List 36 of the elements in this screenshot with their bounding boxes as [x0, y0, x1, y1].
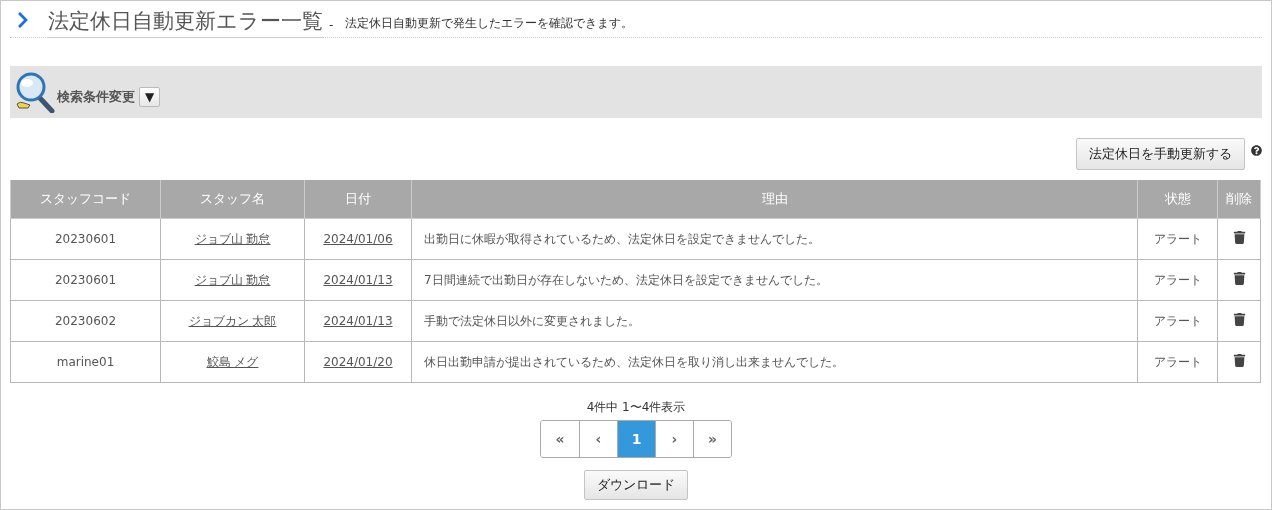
table-cell: 休日出勤申請が提出されているため、法定休日を取り消し出来ませんでした。	[411, 341, 1138, 383]
page-description: 法定休日自動更新で発生したエラーを確認できます。	[345, 15, 634, 32]
column-header: 理由	[411, 180, 1138, 219]
table-cell: アラート	[1137, 259, 1218, 301]
table-cell: 20230602	[10, 300, 161, 342]
table-cell: アラート	[1137, 218, 1218, 260]
table-cell: marine01	[10, 341, 161, 383]
table-cell: アラート	[1137, 341, 1218, 383]
column-header: 状態	[1137, 180, 1218, 219]
toggle-button[interactable]: ▼	[139, 87, 161, 107]
table-cell: 20230601	[10, 218, 161, 260]
page-title: 法定休日自動更新エラー一覧	[48, 7, 323, 38]
staff-name-link[interactable]: 鮫島 メグ	[206, 354, 259, 369]
column-header: スタッフ名	[160, 180, 305, 219]
column-header: スタッフコード	[10, 180, 161, 219]
delete-icon[interactable]	[1232, 272, 1246, 285]
column-header: 削除	[1217, 180, 1261, 219]
staff-name-link[interactable]: ジョブ山 勤怠	[194, 272, 271, 287]
table-cell: 手動で法定休日以外に変更されました。	[411, 300, 1138, 342]
title-separator: -	[329, 18, 334, 34]
table-cell: 出勤日に休暇が取得されているため、法定休日を設定できませんでした。	[411, 218, 1138, 260]
delete-icon[interactable]	[1232, 354, 1246, 367]
page-button[interactable]: »	[693, 421, 731, 457]
table-cell: アラート	[1137, 300, 1218, 342]
delete-icon[interactable]	[1232, 313, 1246, 326]
manual-update-button[interactable]: 法定休日を手動更新する	[1076, 138, 1245, 170]
table-cell: 7日間連続で出勤日が存在しないため、法定休日を設定できませんでした。	[411, 259, 1138, 301]
magnifier-icon	[14, 71, 56, 113]
column-header: 日付	[304, 180, 412, 219]
search-label: 検索条件変更	[57, 88, 135, 106]
result-summary: 4件中 1〜4件表示	[586, 399, 686, 416]
help-icon[interactable]	[1251, 145, 1262, 156]
table-cell: 20230601	[10, 259, 161, 301]
delete-icon[interactable]	[1232, 231, 1246, 244]
download-button[interactable]: ダウンロード	[584, 470, 688, 500]
staff-name-link[interactable]: ジョブ山 勤怠	[194, 231, 271, 246]
